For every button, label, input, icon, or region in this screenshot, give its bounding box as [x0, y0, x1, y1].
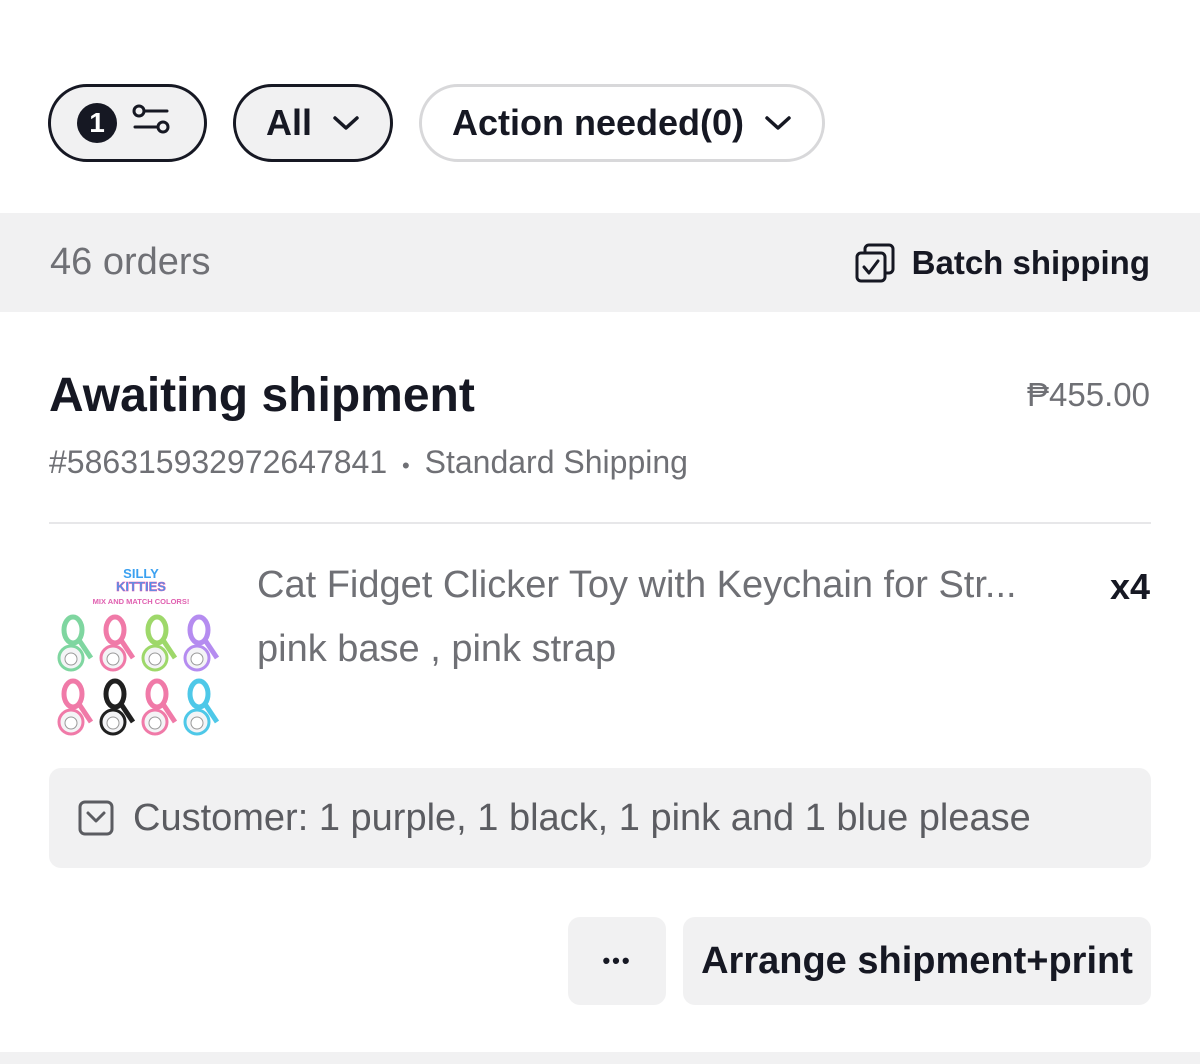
- message-icon: [78, 800, 114, 836]
- filter-settings-button[interactable]: 1: [48, 84, 207, 162]
- cat-face: [148, 716, 162, 730]
- batch-shipping-button[interactable]: Batch shipping: [854, 242, 1150, 284]
- keychain-strap: [187, 614, 211, 646]
- arrange-shipment-label: Arrange shipment+print: [701, 939, 1133, 982]
- chevron-down-icon: [332, 114, 360, 132]
- cat-face: [190, 716, 204, 730]
- keychain-strap: [61, 678, 85, 710]
- thumb-subtitle: MIX AND MATCH COLORS!: [93, 597, 190, 606]
- product-name[interactable]: Cat Fidget Clicker Toy with Keychain for…: [257, 564, 1067, 607]
- batch-shipping-label: Batch shipping: [911, 243, 1150, 281]
- action-needed-dropdown[interactable]: Action needed(0): [419, 84, 826, 162]
- keychain-strap: [145, 614, 169, 646]
- bottom-divider: [0, 1052, 1200, 1064]
- orders-count: 46 orders: [50, 241, 211, 283]
- product-thumbnail[interactable]: SILLY KITTIES MIX AND MATCH COLORS!: [49, 560, 234, 745]
- action-needed-label: Action needed(0): [452, 102, 745, 143]
- keychain-strap: [103, 614, 127, 646]
- cat-face: [106, 652, 120, 666]
- shipping-method: Standard Shipping: [424, 444, 688, 480]
- keychain-strap: [103, 678, 127, 710]
- order-type-label: All: [266, 102, 313, 143]
- order-status: Awaiting shipment: [49, 369, 475, 422]
- orders-summary-bar: 46 orders Batch shipping: [0, 213, 1200, 312]
- cat-face: [64, 716, 78, 730]
- cat-face: [148, 652, 162, 666]
- keychain-strap: [187, 678, 211, 710]
- filter-bar: 1 All Action needed(0): [48, 82, 851, 164]
- more-icon: •••: [602, 948, 632, 973]
- order-meta: #586315932972647841 • Standard Shipping: [49, 444, 688, 481]
- batch-check-icon: [855, 243, 895, 282]
- cat-face: [190, 652, 204, 666]
- cat-face: [64, 652, 78, 666]
- chevron-down-icon: [764, 114, 792, 132]
- customer-note-text: Customer: 1 purple, 1 black, 1 pink and …: [133, 796, 1031, 839]
- cat-face: [106, 716, 120, 730]
- active-filter-count-badge: 1: [77, 103, 117, 143]
- order-id: #586315932972647841: [49, 444, 388, 480]
- product-quantity: x4: [1109, 566, 1150, 607]
- keychain-strap: [61, 614, 85, 646]
- thumb-title-2: KITTIES: [116, 579, 166, 594]
- arrange-shipment-print-button[interactable]: Arrange shipment+print: [683, 917, 1151, 1005]
- keychain-strap: [145, 678, 169, 710]
- more-options-button[interactable]: •••: [568, 917, 666, 1005]
- sliders-icon: [131, 102, 171, 145]
- order-price: ₱455.00: [1027, 376, 1150, 413]
- order-type-dropdown[interactable]: All: [233, 84, 394, 162]
- divider: [49, 522, 1151, 524]
- meta-separator: •: [402, 453, 410, 478]
- product-variant: pink base , pink strap: [257, 628, 617, 670]
- customer-note: Customer: 1 purple, 1 black, 1 pink and …: [49, 768, 1151, 868]
